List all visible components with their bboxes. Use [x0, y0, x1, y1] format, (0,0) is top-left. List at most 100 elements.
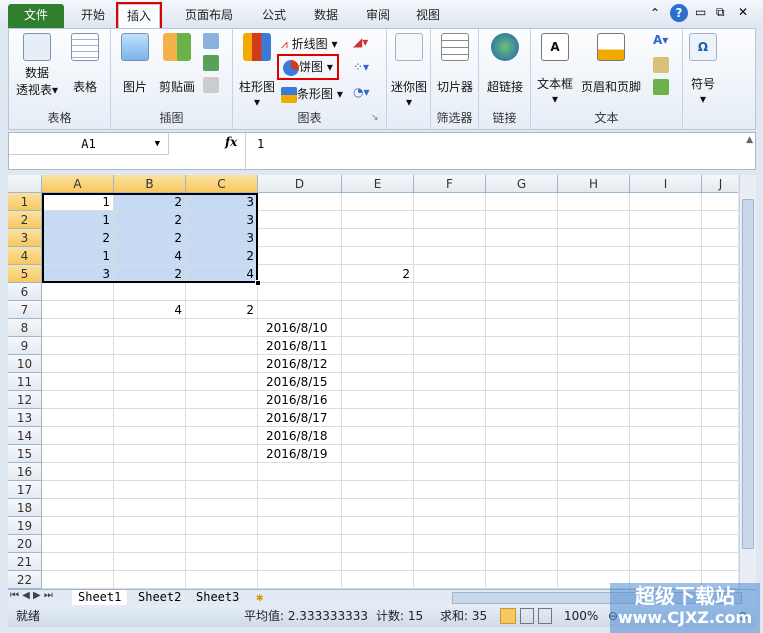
cell-A19[interactable] [42, 517, 114, 535]
cell-A11[interactable] [42, 373, 114, 391]
cell-E4[interactable] [342, 247, 414, 265]
pie-chart-button[interactable]: 饼图 ▾ [277, 54, 339, 80]
cell-C20[interactable] [186, 535, 258, 553]
cell-E2[interactable] [342, 211, 414, 229]
cell-G17[interactable] [486, 481, 558, 499]
cell-B6[interactable] [114, 283, 186, 301]
cell-H21[interactable] [558, 553, 630, 571]
scatter-chart-icon[interactable]: ⁘▾ [353, 60, 369, 74]
cell-C15[interactable] [186, 445, 258, 463]
cell-B2[interactable]: 2 [114, 211, 186, 229]
row-header-21[interactable]: 21 [8, 553, 42, 571]
cell-B13[interactable] [114, 409, 186, 427]
row-header-7[interactable]: 7 [8, 301, 42, 319]
insert-function-icon[interactable]: fx [225, 135, 237, 149]
window-minimize-icon[interactable]: ▭ [695, 5, 706, 19]
cell-I11[interactable] [630, 373, 702, 391]
cell-H16[interactable] [558, 463, 630, 481]
cell-C3[interactable]: 3 [186, 229, 258, 247]
cell-G22[interactable] [486, 571, 558, 589]
cell-A16[interactable] [42, 463, 114, 481]
signature-line-icon[interactable] [653, 57, 669, 73]
cell-A7[interactable] [42, 301, 114, 319]
cell-A2[interactable]: 1 [42, 211, 114, 229]
sparkline-button[interactable]: 迷你图 ▾ [389, 33, 429, 109]
row-header-12[interactable]: 12 [8, 391, 42, 409]
cell-I6[interactable] [630, 283, 702, 301]
row-header-3[interactable]: 3 [8, 229, 42, 247]
slicer-button[interactable]: 切片器 [433, 33, 477, 95]
cell-F14[interactable] [414, 427, 486, 445]
cell-E7[interactable] [342, 301, 414, 319]
cell-D11[interactable]: 2016/8/15 [258, 373, 342, 391]
cell-I15[interactable] [630, 445, 702, 463]
other-charts-icon[interactable]: ◔▾ [353, 85, 370, 99]
cell-F21[interactable] [414, 553, 486, 571]
cell-D12[interactable]: 2016/8/16 [258, 391, 342, 409]
cell-I14[interactable] [630, 427, 702, 445]
cell-H5[interactable] [558, 265, 630, 283]
cell-J1[interactable] [702, 193, 738, 211]
fill-handle[interactable] [255, 280, 261, 286]
cell-J11[interactable] [702, 373, 738, 391]
cell-F6[interactable] [414, 283, 486, 301]
column-header-E[interactable]: E [342, 175, 414, 193]
shapes-icon[interactable] [203, 33, 219, 49]
cell-E18[interactable] [342, 499, 414, 517]
cell-A8[interactable] [42, 319, 114, 337]
cell-I21[interactable] [630, 553, 702, 571]
cell-J13[interactable] [702, 409, 738, 427]
cell-H4[interactable] [558, 247, 630, 265]
cell-J14[interactable] [702, 427, 738, 445]
vertical-scrollbar[interactable] [739, 175, 756, 589]
cell-H17[interactable] [558, 481, 630, 499]
insert-sheet-icon[interactable]: ✱ [250, 590, 269, 605]
cell-H9[interactable] [558, 337, 630, 355]
cell-G2[interactable] [486, 211, 558, 229]
cell-C6[interactable] [186, 283, 258, 301]
cell-B15[interactable] [114, 445, 186, 463]
cell-A5[interactable]: 3 [42, 265, 114, 283]
cell-B18[interactable] [114, 499, 186, 517]
cell-I9[interactable] [630, 337, 702, 355]
cell-E9[interactable] [342, 337, 414, 355]
cell-C19[interactable] [186, 517, 258, 535]
cell-B4[interactable]: 4 [114, 247, 186, 265]
tab-formulas[interactable]: 公式 [252, 4, 296, 28]
cell-H7[interactable] [558, 301, 630, 319]
cell-I12[interactable] [630, 391, 702, 409]
cell-I1[interactable] [630, 193, 702, 211]
cell-C18[interactable] [186, 499, 258, 517]
cell-A13[interactable] [42, 409, 114, 427]
cell-D5[interactable] [258, 265, 342, 283]
cell-D7[interactable] [258, 301, 342, 319]
cell-H20[interactable] [558, 535, 630, 553]
cell-E16[interactable] [342, 463, 414, 481]
cell-E3[interactable] [342, 229, 414, 247]
sheet-nav-icons[interactable]: ⏮ ◀ ▶ ⏭ [10, 590, 53, 601]
cell-I17[interactable] [630, 481, 702, 499]
cell-J3[interactable] [702, 229, 738, 247]
cell-C11[interactable] [186, 373, 258, 391]
cell-F15[interactable] [414, 445, 486, 463]
cell-A20[interactable] [42, 535, 114, 553]
cell-C9[interactable] [186, 337, 258, 355]
cell-C4[interactable]: 2 [186, 247, 258, 265]
cell-F18[interactable] [414, 499, 486, 517]
cell-H15[interactable] [558, 445, 630, 463]
cell-B11[interactable] [114, 373, 186, 391]
cell-F12[interactable] [414, 391, 486, 409]
cell-F16[interactable] [414, 463, 486, 481]
hyperlink-button[interactable]: 超链接 [481, 33, 529, 95]
cell-J12[interactable] [702, 391, 738, 409]
object-icon[interactable] [653, 79, 669, 95]
cell-B9[interactable] [114, 337, 186, 355]
row-header-9[interactable]: 9 [8, 337, 42, 355]
textbox-button[interactable]: A 文本框 ▾ [535, 33, 575, 106]
symbol-button[interactable]: Ω 符号 ▾ [685, 33, 721, 106]
cell-C17[interactable] [186, 481, 258, 499]
cell-G14[interactable] [486, 427, 558, 445]
cell-I3[interactable] [630, 229, 702, 247]
header-footer-button[interactable]: 页眉和页脚 [579, 33, 643, 95]
cell-F22[interactable] [414, 571, 486, 589]
